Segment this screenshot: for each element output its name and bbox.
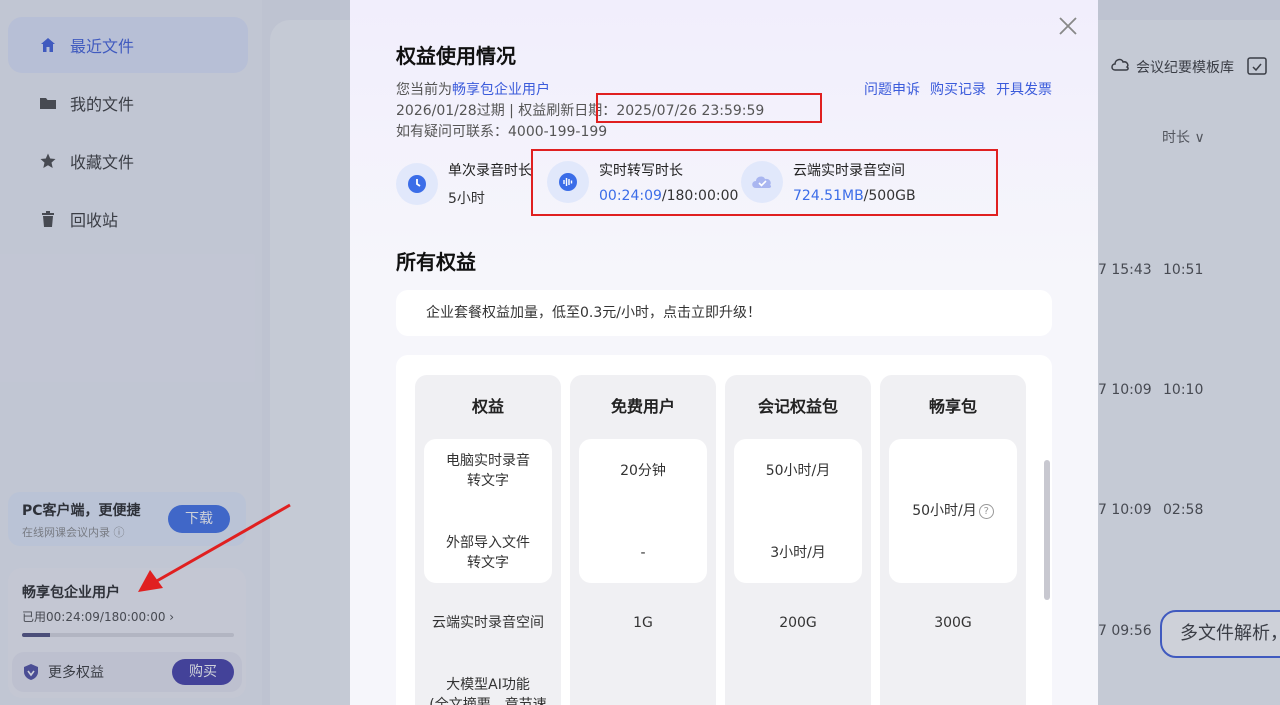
- stat-single-recording: 单次录音时长 5小时: [396, 160, 532, 208]
- highlight-box-refresh-date: [596, 93, 822, 123]
- help-icon[interactable]: ?: [978, 503, 994, 519]
- clock-icon: [396, 163, 438, 205]
- column-free: 免费用户 20分钟 - 1G: [570, 375, 716, 705]
- purchase-history-link[interactable]: 购买记录: [930, 79, 986, 99]
- benefits-table: 权益 电脑实时录音 转文字 外部导入文件 转文字 云端实时录音空间 大模型AI功…: [396, 355, 1052, 705]
- benefit-label: 电脑实时录音 转文字: [446, 453, 530, 489]
- invoice-link[interactable]: 开具发票: [996, 79, 1052, 99]
- current-plan-link[interactable]: 畅享包企业用户: [452, 82, 550, 98]
- cell-card: 20分钟 -: [579, 439, 707, 583]
- stat-label: 单次录音时长: [448, 163, 532, 179]
- benefit-label: 大模型AI功能 (全文摘要、章节速: [429, 677, 547, 705]
- modal-links: 问题申诉 购买记录 开具发票: [864, 79, 1052, 99]
- column-pack: 会记权益包 50小时/月 3小时/月 200G: [725, 375, 871, 705]
- cell-value: 300G: [934, 615, 972, 631]
- appeal-link[interactable]: 问题申诉: [864, 79, 920, 99]
- cell-value: 1G: [633, 615, 653, 631]
- modal-title: 权益使用情况: [396, 44, 516, 68]
- cell-card: 电脑实时录音 转文字 外部导入文件 转文字: [424, 439, 552, 583]
- cell-value: 3小时/月: [770, 545, 826, 561]
- column-header: 权益: [471, 397, 504, 416]
- cell-value: 20分钟: [620, 463, 666, 479]
- column-header: 免费用户: [610, 397, 675, 416]
- benefit-label: 云端实时录音空间: [432, 615, 544, 631]
- cell-value: -: [640, 545, 646, 561]
- close-icon[interactable]: [1056, 14, 1080, 38]
- cell-value: 50小时/月?: [889, 501, 1017, 521]
- cell-value: 200G: [779, 615, 817, 631]
- benefits-modal: 权益使用情况 您当前为畅享包企业用户 2026/01/28过期 | 权益刷新日期…: [350, 0, 1098, 705]
- cell-card: 50小时/月?: [889, 439, 1017, 583]
- benefit-label: 外部导入文件 转文字: [446, 535, 530, 571]
- column-header: 会记权益包: [757, 397, 838, 416]
- upgrade-promo-banner[interactable]: 企业套餐权益加量，低至0.3元/小时，点击立即升级！: [396, 290, 1052, 336]
- modal-scrollbar[interactable]: [1044, 460, 1050, 600]
- cell-card: 50小时/月 3小时/月: [734, 439, 862, 583]
- section-title: 所有权益: [396, 250, 476, 274]
- contact-line: 如有疑问可联系：4000-199-199: [396, 124, 608, 140]
- stat-value: 5小时: [448, 191, 485, 207]
- highlight-box-stats: [531, 149, 998, 216]
- column-header: 畅享包: [928, 397, 977, 416]
- column-benefit: 权益 电脑实时录音 转文字 外部导入文件 转文字 云端实时录音空间 大模型AI功…: [415, 375, 561, 705]
- cell-value: 50小时/月: [765, 463, 831, 479]
- current-plan-line: 您当前为畅享包企业用户: [396, 82, 550, 98]
- column-enjoy: 畅享包 50小时/月? 300G: [880, 375, 1026, 705]
